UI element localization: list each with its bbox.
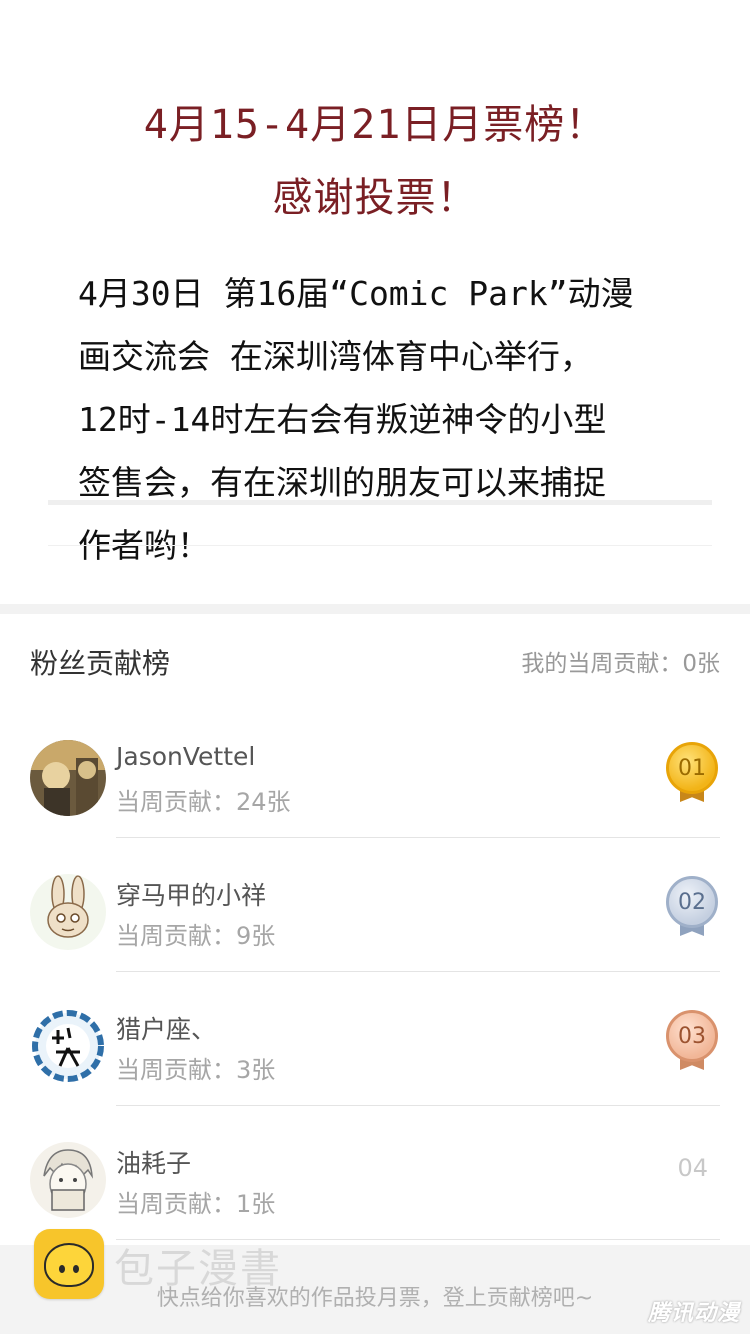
avatar[interactable] <box>30 1008 106 1084</box>
fan-name: 猎户座、 <box>116 1015 217 1044</box>
fan-ranking-header: 粉丝贡献榜 我的当周贡献：0张 <box>0 614 750 704</box>
rank-number: 03 <box>666 1010 718 1062</box>
announcement-line: 12时-14时左右会有叛逆神令的小型 <box>78 400 607 439</box>
footer-hint: 快点给你喜欢的作品投月票，登上贡献榜吧~ <box>0 1280 750 1312</box>
fan-contribution: 当周贡献：3张 <box>116 1056 276 1084</box>
fan-contribution: 当周贡献：9张 <box>116 922 276 950</box>
fan-name: 穿马甲的小祥 <box>116 881 267 910</box>
rank-number: 02 <box>666 876 718 928</box>
section-separator <box>0 604 750 614</box>
footer-hint-text: 快点给你喜欢的作品投月票，登上贡献榜吧~ <box>156 1286 594 1311</box>
my-weekly-contribution: 我的当周贡献：0张 <box>521 651 720 677</box>
announcement-line: 4月30日 第16届“Comic Park”动漫 <box>78 274 634 313</box>
bronze-medal-icon: 03 <box>666 1010 720 1074</box>
fan-contribution: 当周贡献：24张 <box>116 788 291 816</box>
fan-ranking-title: 粉丝贡献榜 <box>30 647 171 680</box>
avatar[interactable] <box>30 740 106 816</box>
fan-row[interactable]: 猎户座、 当周贡献：3张 03 <box>0 972 750 1106</box>
rank-number: 04 <box>677 1154 708 1182</box>
fan-row[interactable]: 穿马甲的小祥 当周贡献：9张 02 <box>0 838 750 972</box>
announcement-subtitle: 感谢投票！ <box>272 175 478 221</box>
announcement-section: 4月15-4月21日月票榜！ 感谢投票！ 4月30日 第16届“Comic Pa… <box>0 0 750 604</box>
silver-medal-icon: 02 <box>666 876 720 940</box>
corner-watermark: 腾讯动漫 <box>647 1301 740 1326</box>
divider <box>48 545 712 546</box>
announcement-line: 画交流会 在深圳湾体育中心举行， <box>78 337 593 376</box>
fan-row[interactable]: JasonVettel 当周贡献：24张 01 <box>0 704 750 838</box>
fan-name: JasonVettel <box>116 742 256 771</box>
announcement-body: 4月30日 第16届“Comic Park”动漫 画交流会 在深圳湾体育中心举行… <box>78 262 678 577</box>
avatar[interactable] <box>30 1142 106 1218</box>
rank-number: 01 <box>666 742 718 794</box>
fan-contribution: 当周贡献：1张 <box>116 1190 276 1218</box>
fan-name: 油耗子 <box>116 1149 192 1178</box>
gold-medal-icon: 01 <box>666 742 720 806</box>
divider <box>48 500 712 505</box>
announcement-title: 4月15-4月21日月票榜！ <box>143 102 607 148</box>
avatar[interactable] <box>30 874 106 950</box>
fan-row[interactable]: 油耗子 当周贡献：1张 04 <box>0 1106 750 1240</box>
